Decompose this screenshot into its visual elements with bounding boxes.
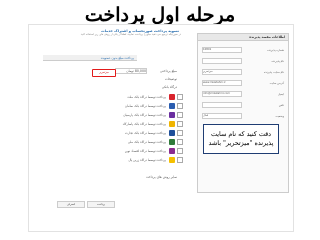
gateway-label: پرداخت توسط درگاه بانک سامان (124, 104, 166, 108)
other-methods-label: سایر روش های پرداخت (145, 175, 178, 179)
radio-button[interactable] (177, 121, 183, 127)
gateway-label: پرداخت توسط درگاه زرین پال (128, 158, 166, 162)
gateway-row[interactable]: پرداخت توسط درگاه بانک پارسیان (43, 111, 183, 119)
gateway-row[interactable]: پرداخت توسط درگاه بانک ملت (43, 93, 183, 101)
gateway-row[interactable]: پرداخت توسط درگاه بانک ملی (43, 138, 183, 146)
slide-title: مرحله اول پرداخت (84, 4, 236, 26)
panel-row-label: نام پذیرنده (271, 59, 284, 63)
radio-button[interactable] (177, 130, 183, 136)
gateway-row[interactable]: پرداخت توسط درگاه بانک سامان (43, 102, 183, 110)
description-label: توضیحات (164, 77, 177, 81)
gateway-row[interactable]: پرداخت توسط درگاه بانک پاسارگاد (43, 120, 183, 128)
panel-row-value: info@mizetahrir.com (202, 91, 242, 97)
gateway-label: پرداخت توسط درگاه اقتصاد نوین (124, 149, 166, 153)
panel-row-label: ایمیل (277, 92, 284, 96)
radio-button[interactable] (177, 148, 183, 154)
radio-button[interactable] (177, 94, 183, 100)
panel-row-label: وضعیت (275, 114, 284, 118)
radio-button[interactable] (177, 112, 183, 118)
gateway-row[interactable]: پرداخت توسط درگاه بانک تجارت (43, 129, 183, 137)
radio-button[interactable] (177, 103, 183, 109)
panel-row-value (202, 58, 242, 64)
pay-button[interactable]: پرداخت (87, 201, 115, 208)
gateway-label: پرداخت توسط درگاه بانک پارسیان (123, 113, 166, 117)
section-title: پرداخت مبلغ بدون عضویت (43, 55, 137, 61)
gateway-row[interactable]: پرداخت توسط درگاه زرین پال (43, 156, 183, 164)
site-name-highlight: میزتحریر (92, 69, 116, 77)
bank-pasargad-icon (169, 121, 175, 127)
cancel-button[interactable]: انصراف (57, 201, 85, 208)
amount-field[interactable]: 80,000 تومان (115, 68, 147, 74)
form-note: در صورتیکه ترجیح می دهید مبلغ را پرداخت … (80, 33, 181, 36)
gateway-label: پرداخت توسط درگاه بانک ملی (127, 140, 166, 144)
panel-title: اطلاعات مقصد پذیرنده (198, 34, 288, 41)
gateway-row[interactable]: پرداخت توسط درگاه اقتصاد نوین (43, 147, 183, 155)
panel-row-value: میزتحریر (202, 69, 242, 75)
radio-button[interactable] (177, 157, 183, 163)
merchant-info-panel: اطلاعات مقصد پذیرنده شماره پذیرنده 10801 ن… (197, 33, 289, 193)
gateway-label: پرداخت توسط درگاه بانک ملت (127, 95, 166, 99)
bank-parsian-icon (169, 112, 175, 118)
gateway-label: پرداخت توسط درگاه بانک تجارت (125, 131, 166, 135)
panel-row-value: فعال (202, 113, 242, 119)
callout-note: دقت کنید که نام سایت پذیرنده "میزتحریر" … (203, 124, 279, 154)
bank-melli-icon (169, 139, 175, 145)
gateway-label: پرداخت توسط درگاه بانک پاسارگاد (122, 122, 166, 126)
amount-label: مبلغ پرداختی (160, 69, 177, 73)
gateway-label: درگاه بانکی (161, 85, 177, 89)
bank-mellat-icon (169, 94, 175, 100)
bank-tejarat-icon (169, 130, 175, 136)
bank-saman-icon (169, 103, 175, 109)
zarinpal-icon (169, 157, 175, 163)
radio-button[interactable] (177, 139, 183, 145)
panel-row-value (202, 102, 242, 108)
panel-row-label: شماره پذیرنده (267, 48, 284, 52)
bank-eghtesad-icon (169, 148, 175, 154)
panel-row-label: نام سایت پذیرنده (263, 70, 284, 74)
panel-row-value: 10801 (202, 47, 242, 53)
panel-row-label: آدرس سایت (269, 81, 284, 85)
panel-row-label: تلفن (278, 103, 284, 107)
panel-row-value: www.mizetahrir.ir (202, 80, 242, 86)
